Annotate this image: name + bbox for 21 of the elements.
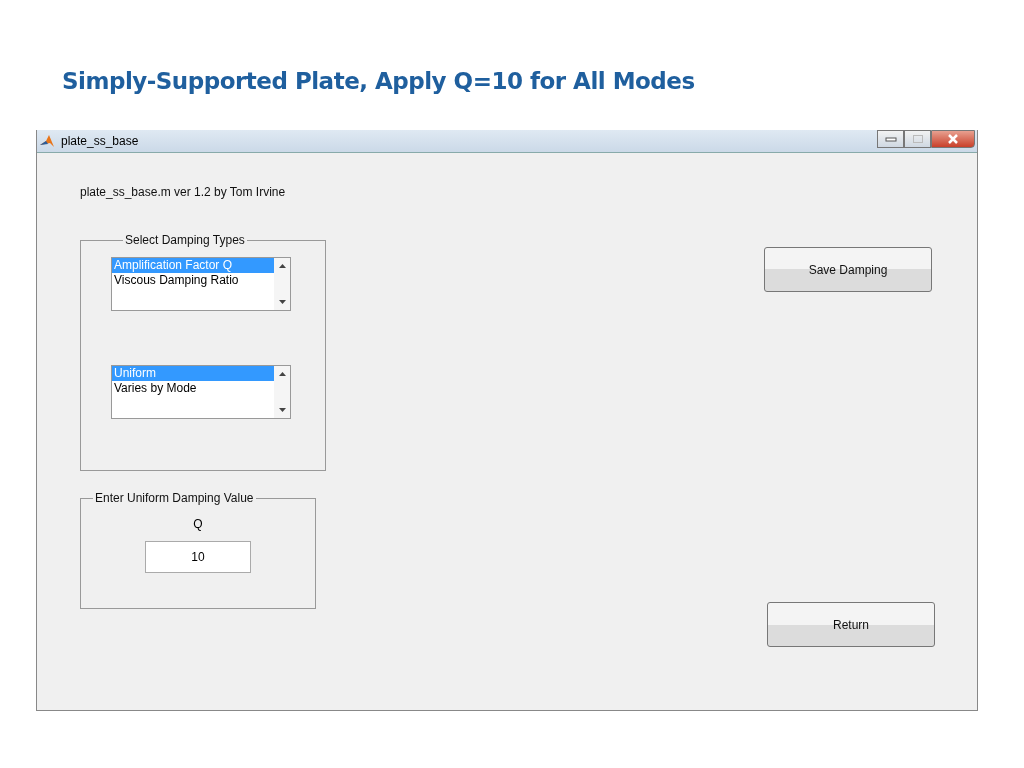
input-field[interactable]: 10 (145, 541, 251, 573)
scroll-up-icon[interactable] (278, 372, 286, 376)
maximize-icon (911, 134, 924, 144)
save-damping-button[interactable]: Save Damping (764, 247, 932, 292)
return-button[interactable]: Return (767, 602, 935, 647)
minimize-icon (884, 136, 897, 142)
window-title: plate_ss_base (61, 134, 139, 148)
close-button[interactable] (931, 130, 975, 148)
list-item[interactable]: Viscous Damping Ratio (112, 273, 274, 288)
panel-title: Enter Uniform Damping Value (94, 491, 255, 505)
close-icon (947, 134, 959, 144)
version-text: plate_ss_base.m ver 1.2 by Tom Irvine (80, 185, 287, 199)
scroll-down-icon[interactable] (278, 408, 286, 412)
slide-title: Simply-Supported Plate, Apply Q=10 for All Modes (61, 67, 696, 96)
scroll-down-icon[interactable] (278, 300, 286, 304)
scroll-up-icon[interactable] (278, 264, 286, 268)
list-item[interactable]: Varies by Mode (112, 381, 274, 396)
minimize-button[interactable] (877, 130, 904, 148)
maximize-button[interactable] (904, 130, 931, 148)
panel-title: Select Damping Types (124, 233, 246, 247)
field-label: Q (193, 517, 203, 531)
